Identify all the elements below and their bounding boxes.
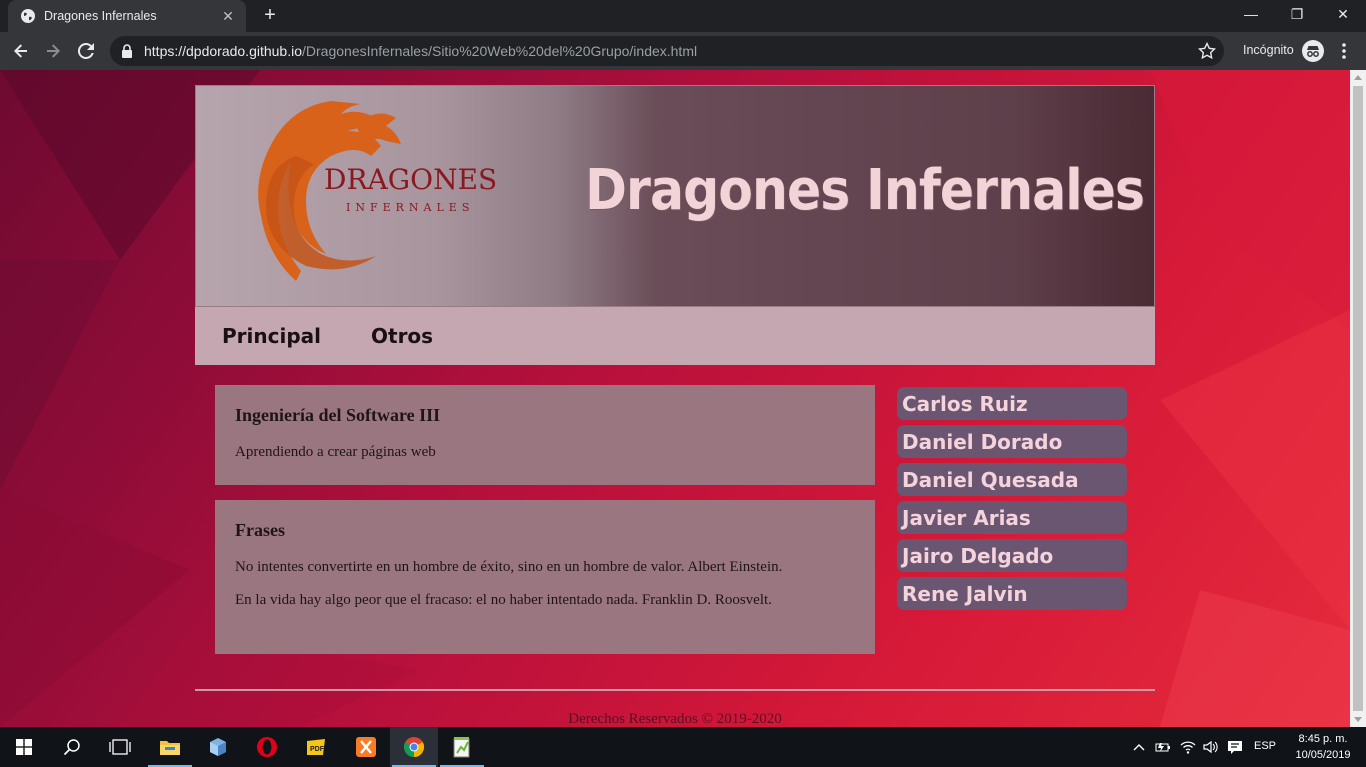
chrome-icon — [403, 737, 425, 758]
member-item[interactable]: Jairo Delgado — [897, 539, 1127, 572]
quote-einstein: No intentes convertirte en un hombre de … — [235, 559, 783, 575]
windows-taskbar: PDF ESP 8:45 p. m. 10/05/2019 — [0, 727, 1366, 767]
logo-text: DRAGONES — [324, 163, 496, 196]
taskbar-pdf-app[interactable]: PDF — [292, 727, 340, 767]
taskbar-box-app[interactable] — [194, 727, 242, 767]
reload-icon — [78, 43, 94, 59]
new-tab-button[interactable]: + — [258, 4, 282, 28]
header-banner: DRAGONES INFERNALES Dragones Infernales — [195, 85, 1155, 307]
clock-date: 10/05/2019 — [1295, 749, 1351, 761]
member-item[interactable]: Rene Jalvin — [897, 577, 1127, 610]
browser-tab[interactable]: Dragones Infernales ✕ — [8, 0, 246, 32]
course-card-title: Ingeniería del Software III — [235, 405, 441, 425]
search-button[interactable] — [48, 727, 96, 767]
menu-kebab-icon[interactable] — [1336, 40, 1352, 62]
nav-link-otros[interactable]: Otros — [371, 324, 433, 348]
box-app-icon — [210, 738, 226, 756]
forward-button[interactable] — [41, 39, 65, 63]
task-view-icon — [109, 739, 131, 755]
globe-icon — [21, 9, 35, 23]
quotes-card: Frases No intentes convertirte en un hom… — [215, 500, 875, 654]
incognito-label: Incógnito — [1243, 43, 1294, 57]
site-title: Dragones Infernales — [585, 158, 1145, 223]
bookmark-star-icon[interactable] — [1198, 42, 1216, 60]
main-nav: Principal Otros — [195, 307, 1155, 365]
scroll-up-icon[interactable] — [1354, 74, 1362, 82]
input-language[interactable]: ESP — [1254, 740, 1276, 752]
nav-link-principal[interactable]: Principal — [222, 324, 321, 348]
footer-divider — [195, 689, 1155, 691]
taskbar-opera[interactable] — [243, 727, 291, 767]
start-button[interactable] — [0, 727, 48, 767]
tab-title: Dragones Infernales — [44, 9, 157, 23]
svg-text:PDF: PDF — [310, 746, 325, 753]
scrollbar-thumb[interactable] — [1353, 86, 1363, 711]
notification-icon[interactable] — [1227, 739, 1243, 755]
quote-roosvelt: En la vida hay algo peor que el fracaso:… — [235, 592, 772, 608]
lock-icon — [122, 44, 132, 58]
scroll-down-icon[interactable] — [1354, 715, 1362, 723]
restore-button[interactable]: ❐ — [1274, 0, 1320, 30]
page-scrollbar[interactable] — [1350, 70, 1366, 727]
notepad-plus-icon — [453, 737, 470, 758]
clock-time: 8:45 p. m. — [1298, 733, 1348, 745]
member-item[interactable]: Javier Arias — [897, 501, 1127, 534]
dragon-logo: DRAGONES INFERNALES — [258, 101, 496, 281]
windows-start-icon — [16, 739, 32, 755]
taskbar-notepad-plus[interactable] — [438, 727, 486, 767]
task-view-button[interactable] — [96, 727, 144, 767]
back-arrow-icon — [14, 44, 27, 58]
quotes-card-title: Frases — [235, 520, 285, 540]
member-item[interactable]: Carlos Ruiz — [897, 387, 1127, 420]
taskbar-xampp[interactable] — [342, 727, 390, 767]
forward-arrow-icon — [47, 44, 60, 58]
taskbar-chrome[interactable] — [390, 727, 438, 767]
course-card-text: Aprendiendo a crear páginas web — [235, 444, 436, 460]
back-button[interactable] — [9, 39, 33, 63]
url-host: https://dpdorado.github.io — [144, 43, 303, 59]
tab-close-icon[interactable]: ✕ — [220, 8, 236, 25]
wifi-icon[interactable] — [1180, 739, 1196, 755]
member-item[interactable]: Daniel Quesada — [897, 463, 1127, 496]
browser-toolbar: https://dpdorado.github.io/DragonesInfer… — [0, 32, 1366, 70]
reload-button[interactable] — [74, 39, 98, 63]
volume-icon[interactable] — [1202, 739, 1218, 755]
close-window-button[interactable]: ✕ — [1320, 0, 1366, 30]
address-bar[interactable]: https://dpdorado.github.io/DragonesInfer… — [110, 36, 1224, 66]
page-viewport: DRAGONES INFERNALES Dragones Infernales … — [0, 70, 1350, 727]
chevron-up-icon[interactable] — [1131, 739, 1147, 755]
opera-icon — [257, 737, 277, 757]
incognito-icon[interactable] — [1302, 40, 1324, 62]
file-explorer-icon — [160, 741, 180, 755]
minimize-button[interactable]: — — [1228, 0, 1274, 30]
member-item[interactable]: Daniel Dorado — [897, 425, 1127, 458]
footer-copyright: Derechos Reservados © 2019-2020 — [568, 711, 782, 727]
pdf-app-icon: PDF — [307, 739, 325, 755]
xampp-icon — [356, 737, 376, 757]
taskbar-clock[interactable]: 8:45 p. m. 10/05/2019 — [1290, 731, 1356, 763]
members-list: Carlos Ruiz Daniel Dorado Daniel Quesada… — [897, 387, 1127, 615]
battery-icon[interactable] — [1155, 739, 1171, 755]
taskbar-file-explorer[interactable] — [146, 727, 194, 767]
course-card: Ingeniería del Software III Aprendiendo … — [215, 385, 875, 485]
url-path: /DragonesInfernales/Sitio%20Web%20del%20… — [302, 43, 698, 59]
browser-tab-bar: Dragones Infernales ✕ + — ❐ ✕ — [0, 0, 1366, 32]
logo-subtext: INFERNALES — [346, 201, 474, 214]
search-icon — [63, 739, 80, 756]
